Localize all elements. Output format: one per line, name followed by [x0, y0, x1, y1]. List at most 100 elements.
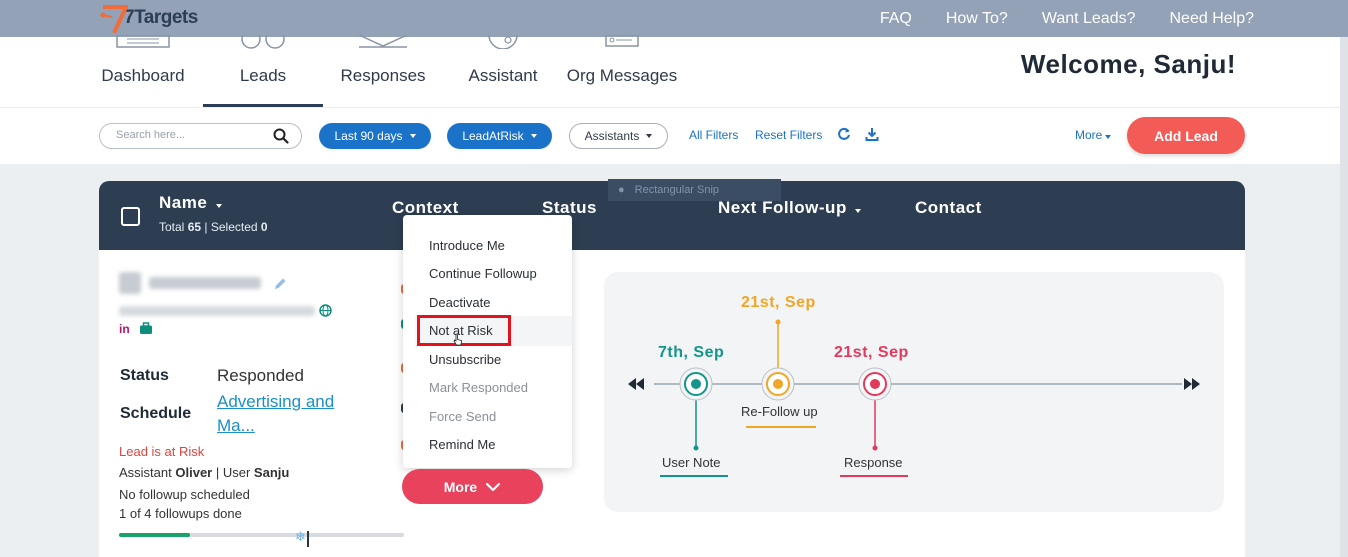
brand-logo[interactable]: 7Targets	[100, 2, 198, 34]
menu-item-continue-followup[interactable]: Continue Followup	[429, 266, 537, 281]
nav-label-leads: Leads	[239, 66, 287, 85]
column-next-followup-header[interactable]: Next Follow-up	[718, 198, 862, 218]
caret-down-icon	[646, 134, 653, 138]
nav-label-responses: Responses	[340, 66, 426, 85]
rectangular-snip-overlay: ● Rectangular Snip	[608, 179, 781, 201]
lead-email-redacted	[119, 306, 315, 316]
caret-down-icon	[215, 204, 222, 208]
want-leads-link[interactable]: Want Leads?	[1042, 10, 1136, 28]
assistant-icon	[488, 35, 518, 49]
edit-pencil-icon[interactable]	[273, 277, 287, 291]
top-links: FAQ How To? Want Leads? Need Help?	[880, 0, 1254, 37]
followup-status-text: No followup scheduled	[119, 487, 250, 502]
menu-item-unsubscribe[interactable]: Unsubscribe	[429, 352, 501, 367]
nav-item-assistant[interactable]: Assistant	[466, 35, 540, 107]
nav-label-org-messages: Org Messages	[566, 66, 678, 85]
org-messages-icon	[605, 35, 639, 47]
assistants-filter[interactable]: Assistants	[569, 123, 668, 149]
column-name-header[interactable]: Name	[159, 193, 222, 213]
status-value: Responded	[217, 366, 304, 385]
search-input[interactable]: Search here...	[99, 123, 302, 149]
timeline-node-response[interactable]	[857, 366, 893, 402]
caret-down-icon	[1105, 135, 1112, 139]
page-scrollbar[interactable]	[1340, 37, 1348, 557]
top-bar: 7Targets FAQ How To? Want Leads? Need He…	[0, 0, 1348, 37]
status-label: Status	[120, 367, 169, 384]
avatar	[119, 272, 141, 294]
more-filters-label: More	[1075, 128, 1103, 142]
date-range-label: Last 90 days	[334, 129, 403, 143]
nav-item-leads[interactable]: Leads	[238, 35, 288, 107]
selected-label: Selected	[210, 220, 258, 234]
timeline-label-re-follow-up: Re-Follow up	[741, 404, 818, 419]
user-name: Sanju	[253, 465, 290, 480]
menu-item-deactivate[interactable]: Deactivate	[429, 295, 490, 310]
total-selected-count: Total 65 | Selected 0	[159, 220, 268, 234]
lead-at-risk-label: LeadAtRisk	[462, 129, 524, 143]
highlight-annotation-box	[417, 315, 511, 346]
assistant-user-info: Assistant Oliver | User Sanju	[119, 465, 290, 480]
followup-timeline: 7th, Sep 21st, Sep 21st, Sep User Note R…	[604, 272, 1224, 512]
menu-item-mark-responded: Mark Responded	[429, 380, 528, 395]
refresh-icon[interactable]	[837, 127, 851, 141]
followups-done-text: 1 of 4 followups done	[119, 506, 242, 521]
name-header-label: Name	[159, 193, 208, 212]
download-icon[interactable]	[865, 127, 879, 141]
logo-mark-icon	[100, 5, 128, 33]
nav-item-dashboard[interactable]: Dashboard	[100, 35, 186, 107]
briefcase-icon[interactable]	[139, 322, 153, 335]
lead-name-redacted	[149, 277, 261, 289]
lead-risk-text: Lead is at Risk	[119, 444, 205, 459]
caret-down-icon	[530, 134, 537, 138]
responses-icon	[358, 35, 408, 48]
date-range-filter[interactable]: Last 90 days	[319, 123, 431, 149]
brand-name: 7Targets	[124, 7, 198, 28]
timeline-node-re-follow-up[interactable]	[760, 366, 796, 402]
select-all-checkbox[interactable]	[121, 207, 140, 226]
dashboard-icon	[116, 35, 170, 48]
total-count: 65	[187, 220, 202, 234]
more-actions-button[interactable]: More	[402, 469, 543, 504]
nav-active-indicator	[203, 104, 323, 107]
nav-label-assistant: Assistant	[468, 66, 538, 85]
search-icon[interactable]	[273, 128, 289, 144]
table-header: Name Total 65 | Selected 0 Context Statu…	[99, 179, 1245, 250]
lead-at-risk-filter[interactable]: LeadAtRisk	[447, 123, 552, 149]
filter-bar: Search here... Last 90 days LeadAtRisk A…	[0, 108, 1340, 164]
assistant-name: Oliver	[175, 465, 213, 480]
timeline-label-response: Response	[844, 455, 903, 470]
menu-item-remind-me[interactable]: Remind Me	[429, 437, 495, 452]
timeline-node-user-note[interactable]	[678, 366, 714, 402]
snip-label: Rectangular Snip	[634, 184, 720, 196]
need-help-link[interactable]: Need Help?	[1170, 10, 1255, 28]
user-label: User	[222, 465, 251, 480]
chevron-down-icon	[486, 482, 501, 491]
how-to-link[interactable]: How To?	[946, 10, 1008, 28]
nav-label-dashboard: Dashboard	[101, 66, 185, 85]
text-cursor	[307, 531, 309, 547]
caret-down-icon	[409, 134, 416, 138]
nav-item-responses[interactable]: Responses	[340, 35, 426, 107]
selected-count: 0	[260, 220, 268, 234]
fast-forward-icon[interactable]	[1184, 378, 1200, 390]
faq-link[interactable]: FAQ	[880, 10, 912, 28]
nav-item-org-messages[interactable]: Org Messages	[565, 35, 679, 107]
schedule-link[interactable]: Advertising and Ma...	[217, 390, 357, 438]
assistants-label: Assistants	[584, 129, 640, 143]
caret-down-icon	[855, 209, 862, 213]
timeline-date-re-follow-up: 21st, Sep	[741, 294, 816, 311]
globe-icon[interactable]	[319, 304, 332, 317]
linkedin-icon[interactable]: in	[119, 322, 130, 336]
add-lead-button[interactable]: Add Lead	[1127, 117, 1245, 154]
snip-dot-icon: ●	[618, 184, 625, 196]
more-filters-link[interactable]: More	[1075, 128, 1112, 142]
menu-item-introduce-me[interactable]: Introduce Me	[429, 238, 505, 253]
more-actions-label: More	[443, 478, 478, 495]
reset-filters-link[interactable]: Reset Filters	[755, 128, 822, 142]
search-placeholder: Search here...	[116, 129, 186, 141]
assistant-label: Assistant	[119, 465, 172, 480]
all-filters-link[interactable]: All Filters	[689, 128, 738, 142]
rewind-icon[interactable]	[628, 378, 644, 390]
followup-progress-bar	[119, 533, 404, 537]
schedule-label: Schedule	[120, 405, 192, 422]
